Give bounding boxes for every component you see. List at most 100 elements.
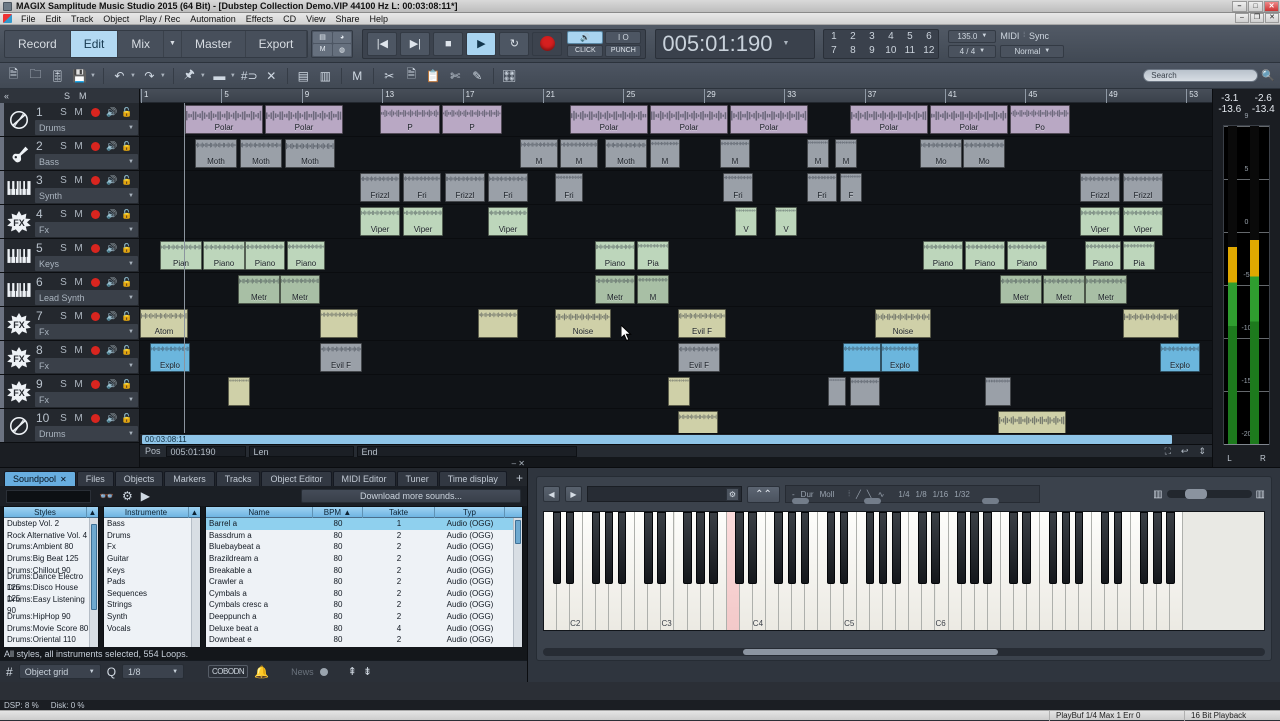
audio-clip[interactable]: Viper bbox=[1123, 207, 1163, 236]
audio-clip[interactable]: Fri bbox=[807, 173, 837, 202]
time-display[interactable]: 005:01:190 ▼ bbox=[655, 29, 815, 59]
undo-view-icon[interactable]: ↩ bbox=[1181, 446, 1189, 457]
track-monitor-icon[interactable]: 🔊 bbox=[104, 107, 120, 118]
track-menu-icon[interactable]: ▼ bbox=[128, 261, 134, 267]
layout-clock-icon[interactable]: ◕ bbox=[333, 32, 352, 44]
track-record-arm-button[interactable] bbox=[86, 108, 104, 117]
loop-list-item[interactable]: Crawler a802Audio (OGG) bbox=[206, 576, 513, 588]
track-name-field[interactable]: Fx▼ bbox=[35, 392, 138, 407]
fullscreen-icon[interactable]: ⛶ bbox=[1165, 446, 1171, 457]
audio-clip[interactable] bbox=[1123, 309, 1179, 338]
audio-clip[interactable]: Metr bbox=[595, 275, 635, 304]
track-monitor-icon[interactable]: 🔊 bbox=[104, 277, 120, 288]
volume-thumb[interactable] bbox=[1185, 489, 1207, 499]
style-list-item[interactable]: Drums:Easy Listening 90 bbox=[4, 599, 89, 611]
note-division-sixteenth[interactable]: 1/16 bbox=[933, 490, 949, 499]
piano-black-key[interactable] bbox=[748, 512, 757, 584]
dock-tab-files[interactable]: Files bbox=[77, 471, 114, 486]
arp-slash-icon[interactable]: ╱ bbox=[856, 490, 861, 499]
menu-item-object[interactable]: Object bbox=[98, 13, 134, 25]
track-monitor-icon[interactable]: 🔊 bbox=[104, 311, 120, 322]
note-division-thirtysecond[interactable]: 1/32 bbox=[954, 490, 970, 499]
track-lock-icon[interactable]: 🔓 bbox=[120, 379, 134, 390]
marker-button-4[interactable]: 4 bbox=[881, 30, 900, 44]
audio-clip[interactable]: Fri bbox=[488, 173, 528, 202]
audio-clip[interactable]: Atom bbox=[140, 309, 188, 338]
layout-mixer-icon[interactable]: M bbox=[313, 44, 332, 56]
track-lock-icon[interactable]: 🔓 bbox=[120, 345, 134, 356]
chord-pad-icon[interactable]: ⌃⌃ bbox=[747, 486, 780, 503]
marker-button-12[interactable]: 12 bbox=[919, 44, 938, 58]
audio-clip[interactable]: Pia bbox=[637, 241, 669, 270]
download-more-sounds-button[interactable]: Download more sounds... bbox=[301, 489, 521, 503]
audio-clip[interactable]: Mo bbox=[920, 139, 962, 168]
sync-label[interactable]: Sync bbox=[1029, 31, 1049, 41]
marker-button-1[interactable]: 1 bbox=[824, 30, 843, 44]
track-solo-button[interactable]: S bbox=[56, 243, 71, 254]
piano-black-key[interactable] bbox=[1114, 512, 1123, 584]
menu-item-effects[interactable]: Effects bbox=[241, 13, 278, 25]
instrument-list-item[interactable]: Keys bbox=[104, 564, 191, 576]
grid-snap-icon[interactable]: #⊃ bbox=[241, 67, 258, 85]
audio-clip[interactable]: Viper bbox=[1080, 207, 1120, 236]
audio-clip[interactable]: M bbox=[835, 139, 857, 168]
audio-clip[interactable]: Piano bbox=[965, 241, 1005, 270]
track-solo-button[interactable]: S bbox=[56, 311, 71, 322]
layout-globe-icon[interactable]: ◍ bbox=[333, 44, 352, 56]
preset-name-field[interactable]: ⚙ bbox=[587, 486, 742, 502]
track-name-field[interactable]: Synth▼ bbox=[35, 188, 138, 203]
audio-clip[interactable]: Fri bbox=[555, 173, 583, 202]
piano-black-key[interactable] bbox=[983, 512, 992, 584]
track-record-arm-button[interactable] bbox=[86, 210, 104, 219]
style-list-item[interactable]: Drums:Oriental 110 bbox=[4, 634, 89, 646]
audio-clip[interactable]: Metr bbox=[1000, 275, 1042, 304]
track-lock-icon[interactable]: 🔓 bbox=[120, 243, 134, 254]
audio-clip[interactable]: Metr bbox=[1085, 275, 1127, 304]
preview-play-icon[interactable]: ▶ bbox=[141, 489, 150, 503]
marker-button-2[interactable]: 2 bbox=[843, 30, 862, 44]
track-solo-button[interactable]: S bbox=[56, 107, 71, 118]
track-monitor-icon[interactable]: 🔊 bbox=[104, 209, 120, 220]
track-lock-icon[interactable]: 🔓 bbox=[120, 175, 134, 186]
audio-clip[interactable]: Evil F bbox=[678, 343, 720, 372]
track-mute-button[interactable]: M bbox=[71, 107, 86, 118]
track-menu-icon[interactable]: ▼ bbox=[128, 363, 134, 369]
piano-black-key[interactable] bbox=[879, 512, 888, 584]
instrument-list-item[interactable]: Bass bbox=[104, 518, 191, 530]
audio-clip[interactable]: Evil F bbox=[678, 309, 726, 338]
object-mode-icon[interactable]: ▬ bbox=[211, 67, 228, 85]
track-name-field[interactable]: Lead Synth▼ bbox=[35, 290, 138, 305]
audio-clip[interactable]: P bbox=[380, 105, 440, 134]
track-mute-button[interactable]: M bbox=[71, 413, 86, 424]
piano-black-key[interactable] bbox=[696, 512, 705, 584]
audio-clip[interactable]: Viper bbox=[360, 207, 400, 236]
track-monitor-icon[interactable]: 🔊 bbox=[104, 243, 120, 254]
search-input[interactable]: Search bbox=[1143, 69, 1258, 82]
menu-item-track[interactable]: Track bbox=[66, 13, 98, 25]
track-solo-button[interactable]: S bbox=[56, 379, 71, 390]
audio-clip[interactable]: M bbox=[520, 139, 558, 168]
track-mute-button[interactable]: M bbox=[71, 243, 86, 254]
doc-close-icon[interactable]: ✕ bbox=[1265, 13, 1279, 23]
track-lane-4[interactable]: ViperViperViperVVViperViper bbox=[140, 205, 1212, 239]
audio-clip[interactable]: Polar bbox=[265, 105, 343, 134]
grid-icon[interactable]: # bbox=[6, 665, 13, 679]
audio-clip[interactable]: Pia bbox=[1123, 241, 1155, 270]
audio-clip[interactable]: Fri bbox=[723, 173, 753, 202]
audio-clip[interactable]: Fri bbox=[403, 173, 441, 202]
minimize-icon[interactable]: – bbox=[1232, 1, 1247, 12]
audio-clip[interactable] bbox=[850, 377, 880, 406]
piano-black-key[interactable] bbox=[774, 512, 783, 584]
end-field[interactable]: End bbox=[357, 446, 577, 457]
track-solo-button[interactable]: S bbox=[56, 175, 71, 186]
menu-item-file[interactable]: File bbox=[16, 13, 41, 25]
audio-clip[interactable]: Polar bbox=[850, 105, 928, 134]
loop-list-item[interactable]: Downbeat e802Audio (OGG) bbox=[206, 634, 513, 646]
piano-black-key[interactable] bbox=[1153, 512, 1162, 584]
track-header-6[interactable]: 6SM🔊🔓Lead Synth▼ bbox=[0, 273, 139, 307]
piano-black-key[interactable] bbox=[866, 512, 875, 584]
piano-black-key[interactable] bbox=[1075, 512, 1084, 584]
loop-list-item[interactable]: Brazildream a802Audio (OGG) bbox=[206, 553, 513, 565]
style-list-item[interactable]: Drums:Ambient 80 bbox=[4, 541, 89, 553]
window-controls[interactable]: – □ ✕ bbox=[1232, 1, 1279, 12]
